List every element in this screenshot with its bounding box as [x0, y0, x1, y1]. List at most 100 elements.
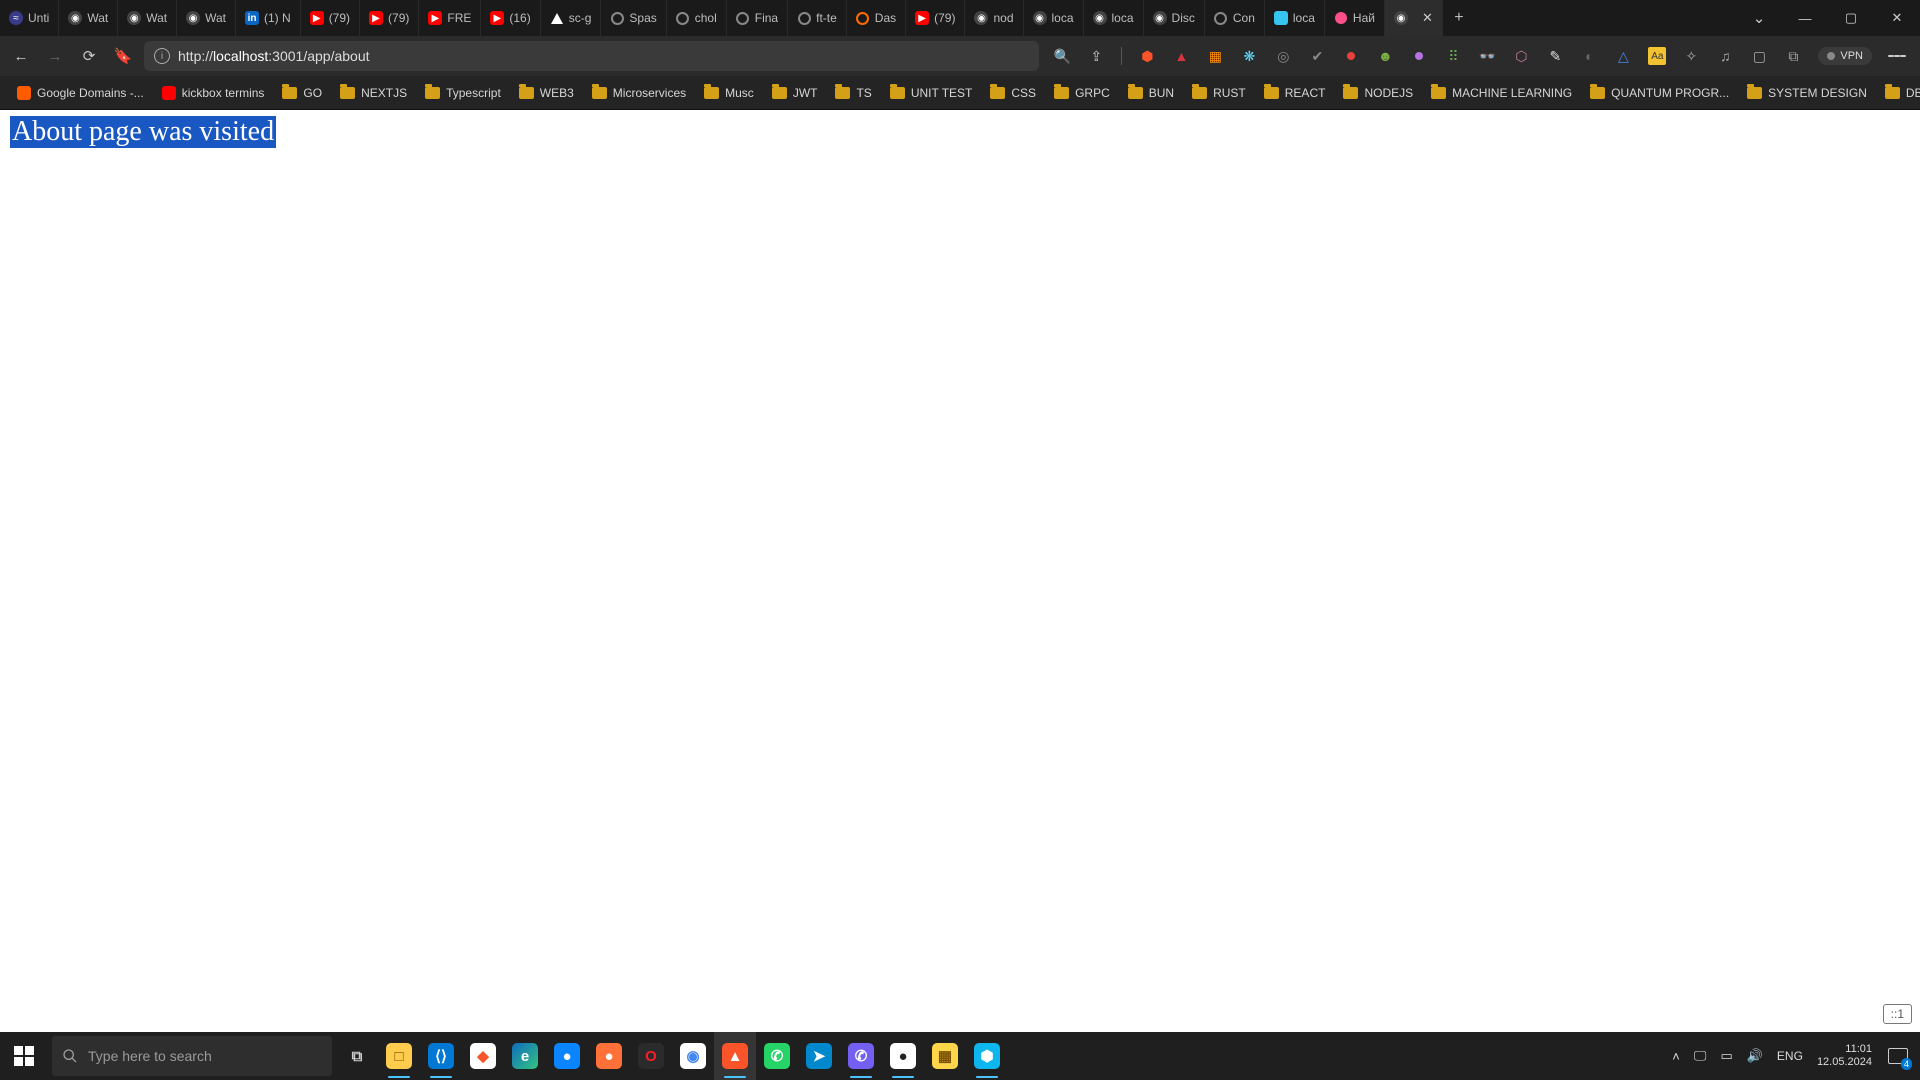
brave-icon[interactable]: ▲ — [714, 1032, 756, 1080]
bookmark-7[interactable]: Musc — [697, 82, 761, 104]
minimize-button[interactable]: ― — [1782, 11, 1828, 26]
tab-12[interactable]: Fina — [727, 0, 788, 36]
bookmark-8[interactable]: JWT — [765, 82, 825, 104]
bookmark-19[interactable]: SYSTEM DESIGN — [1740, 82, 1874, 104]
square-icon[interactable]: ▢ — [1750, 47, 1768, 65]
tab-23[interactable]: ◉✕ — [1385, 0, 1443, 36]
tab-0[interactable]: ≈Unti — [0, 0, 59, 36]
reload-button[interactable]: ⟳ — [76, 43, 102, 69]
bookmark-6[interactable]: Microservices — [585, 82, 693, 104]
bookmark-5[interactable]: WEB3 — [512, 82, 581, 104]
tab-5[interactable]: ▶(79) — [301, 0, 360, 36]
bookmark-1[interactable]: kickbox termins — [155, 82, 272, 104]
opera-icon[interactable]: O — [630, 1032, 672, 1080]
maximize-button[interactable]: ▢ — [1828, 10, 1874, 26]
start-button[interactable] — [0, 1032, 48, 1080]
chrome-icon[interactable]: ◉ — [672, 1032, 714, 1080]
viber-icon[interactable]: ✆ — [840, 1032, 882, 1080]
back-button[interactable]: ← — [8, 43, 34, 69]
hex-icon[interactable]: ⬡ — [1512, 47, 1530, 65]
triangle-icon[interactable]: △ — [1614, 47, 1632, 65]
toggle-icon[interactable]: ◐ — [1580, 47, 1598, 65]
bookmark-12[interactable]: GRPC — [1047, 82, 1117, 104]
tab-7[interactable]: ▶FRE — [419, 0, 481, 36]
firefox-dev-icon[interactable]: ● — [546, 1032, 588, 1080]
bookmark-18[interactable]: QUANTUM PROGR... — [1583, 82, 1736, 104]
bookmark-15[interactable]: REACT — [1257, 82, 1333, 104]
volume-icon[interactable]: 🔊 — [1747, 1048, 1763, 1064]
tab-2[interactable]: ◉Wat — [118, 0, 177, 36]
bookmark-20[interactable]: DB — [1878, 82, 1920, 104]
tab-11[interactable]: chol — [667, 0, 727, 36]
tab-17[interactable]: ◉loca — [1024, 0, 1084, 36]
music-icon[interactable]: ♫ — [1716, 47, 1734, 65]
tab-overflow-button[interactable]: ⌄ — [1736, 9, 1782, 27]
close-window-button[interactable]: ✕ — [1874, 10, 1920, 26]
bookmark-button[interactable]: 🔖 — [110, 43, 136, 69]
warning-icon[interactable]: ▲ — [1172, 47, 1190, 65]
tab-22[interactable]: Най — [1325, 0, 1385, 36]
tab-14[interactable]: Das — [847, 0, 906, 36]
tab-8[interactable]: ▶(16) — [481, 0, 540, 36]
frog-icon[interactable]: ☻ — [1376, 47, 1394, 65]
brave-alt-icon[interactable]: ◆ — [462, 1032, 504, 1080]
brave-shield-icon[interactable]: ⬢ — [1138, 47, 1156, 65]
bookmark-3[interactable]: NEXTJS — [333, 82, 414, 104]
tab-1[interactable]: ◉Wat — [59, 0, 118, 36]
bookmark-9[interactable]: TS — [828, 82, 878, 104]
new-tab-button[interactable]: + — [1443, 9, 1475, 27]
bookmark-16[interactable]: NODEJS — [1336, 82, 1420, 104]
tab-15[interactable]: ▶(79) — [906, 0, 965, 36]
bookmark-11[interactable]: CSS — [983, 82, 1043, 104]
adblock-icon[interactable] — [1342, 47, 1360, 65]
tab-10[interactable]: Spas — [601, 0, 666, 36]
docker-icon[interactable]: ⬢ — [966, 1032, 1008, 1080]
grid-icon[interactable]: ⠿ — [1444, 47, 1462, 65]
app-menu-button[interactable] — [1888, 47, 1906, 65]
bookmark-10[interactable]: UNIT TEST — [883, 82, 980, 104]
tab-21[interactable]: loca — [1265, 0, 1325, 36]
glasses-icon[interactable]: 👓 — [1478, 47, 1496, 65]
file-explorer-icon[interactable]: □ — [378, 1032, 420, 1080]
tab-20[interactable]: Con — [1205, 0, 1265, 36]
whatsapp-icon[interactable]: ✆ — [756, 1032, 798, 1080]
clock[interactable]: 11:01 12.05.2024 — [1817, 1043, 1872, 1068]
tab-19[interactable]: ◉Disc — [1144, 0, 1205, 36]
bookmark-4[interactable]: Typescript — [418, 82, 508, 104]
share-icon[interactable]: ⇪ — [1087, 47, 1105, 65]
tab-9[interactable]: sc-g — [541, 0, 602, 36]
site-info-icon[interactable]: i — [154, 48, 170, 64]
vscode-icon[interactable]: ⟨⟩ — [420, 1032, 462, 1080]
aa-icon[interactable]: Aa — [1648, 47, 1666, 65]
pip-icon[interactable]: ⧉ — [1784, 47, 1802, 65]
vpn-button[interactable]: VPN — [1818, 47, 1872, 65]
tab-3[interactable]: ◉Wat — [177, 0, 236, 36]
telegram-icon[interactable]: ➤ — [798, 1032, 840, 1080]
extension-icon[interactable]: ▦ — [1206, 47, 1224, 65]
language-indicator[interactable]: ENG — [1777, 1049, 1803, 1063]
url-field[interactable]: i http://localhost:3001/app/about — [144, 41, 1039, 71]
puzzle-icon[interactable]: ✧ — [1682, 47, 1700, 65]
react-devtools-icon[interactable]: ❋ — [1240, 47, 1258, 65]
target-icon[interactable]: ◎ — [1274, 47, 1292, 65]
bookmark-2[interactable]: GO — [275, 82, 329, 104]
taskbar-search[interactable]: Type here to search — [52, 1036, 332, 1076]
bookmark-0[interactable]: Google Domains -... — [10, 82, 151, 104]
edge-icon[interactable]: e — [504, 1032, 546, 1080]
bookmark-17[interactable]: MACHINE LEARNING — [1424, 82, 1579, 104]
obs-icon[interactable]: ● — [882, 1032, 924, 1080]
task-view-icon[interactable]: ⧉ — [336, 1032, 378, 1080]
tab-18[interactable]: ◉loca — [1084, 0, 1144, 36]
sticky-notes-icon[interactable]: ▦ — [924, 1032, 966, 1080]
tab-6[interactable]: ▶(79) — [360, 0, 419, 36]
bookmark-13[interactable]: BUN — [1121, 82, 1181, 104]
close-tab-icon[interactable]: ✕ — [1422, 10, 1433, 26]
tab-4[interactable]: in(1) N — [236, 0, 301, 36]
display-icon[interactable]: 🖵 — [1694, 1048, 1707, 1064]
tab-13[interactable]: ft-te — [788, 0, 847, 36]
tab-16[interactable]: ◉nod — [965, 0, 1023, 36]
purple-dot-icon[interactable] — [1410, 47, 1428, 65]
check-icon[interactable]: ✔ — [1308, 47, 1326, 65]
firefox-icon[interactable]: ● — [588, 1032, 630, 1080]
tray-overflow-icon[interactable]: ˄ — [1672, 1049, 1680, 1064]
